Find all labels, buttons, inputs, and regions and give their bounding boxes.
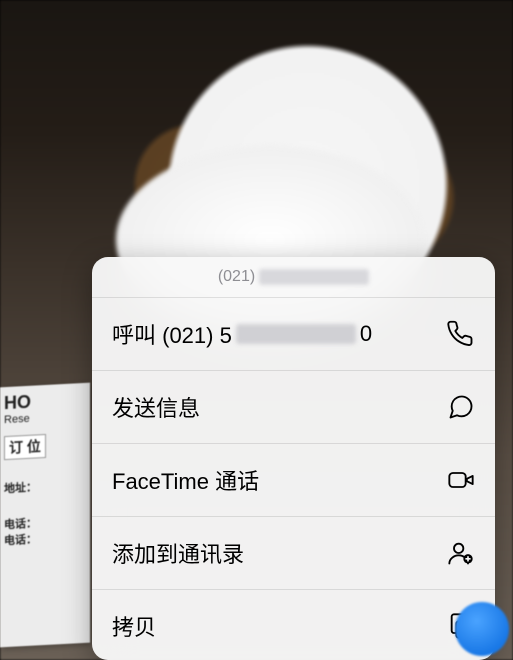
context-menu-sheet: (021) 呼叫 (021) 5 0 发送信息 FaceTime 通话: [92, 257, 495, 660]
floating-action-bubble[interactable]: [455, 602, 509, 656]
card-text: 地址：: [4, 481, 37, 495]
menu-call[interactable]: 呼叫 (021) 5 0: [92, 297, 495, 370]
message-icon: [447, 393, 475, 421]
menu-call-label-prefix: 呼叫 (021) 5: [112, 318, 232, 350]
card-text: 电话：: [4, 533, 37, 547]
menu-call-masked: [236, 324, 356, 344]
menu-copy[interactable]: 拷贝: [92, 589, 495, 660]
add-contact-icon: [447, 539, 475, 567]
card-text: 订 位: [9, 438, 41, 456]
menu-add-contact[interactable]: 添加到通讯录: [92, 516, 495, 589]
card-text: 电话：: [4, 517, 37, 531]
background-card: HO Rese 订 位 地址： 电话： 电话：: [0, 383, 90, 648]
menu-facetime[interactable]: FaceTime 通话: [92, 443, 495, 516]
menu-copy-label: 拷贝: [112, 610, 156, 642]
menu-message-label: 发送信息: [112, 391, 200, 423]
card-text: HO: [4, 392, 31, 413]
header-phone-masked: [259, 269, 369, 285]
video-icon: [447, 466, 475, 494]
card-text: Rese: [4, 413, 30, 426]
menu-message[interactable]: 发送信息: [92, 370, 495, 443]
header-phone-prefix: (021): [218, 268, 255, 286]
menu-call-label-suffix: 0: [360, 321, 372, 347]
phone-icon: [447, 320, 475, 348]
sheet-header: (021): [92, 257, 495, 297]
menu-facetime-label: FaceTime 通话: [112, 464, 259, 496]
menu-add-contact-label: 添加到通讯录: [112, 537, 244, 569]
